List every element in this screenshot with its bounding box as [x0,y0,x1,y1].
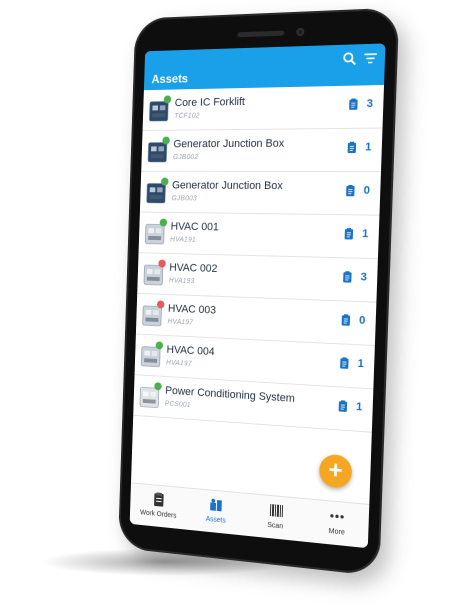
nav-item-work-orders[interactable]: Work Orders [130,483,188,529]
clipboard-icon [151,491,166,508]
nav-item-scan[interactable]: Scan [245,494,307,542]
asset-row[interactable]: Generator Junction Box GJB002 1 [141,129,382,173]
phone-body: Assets Core IC Forklift TCF102 [118,8,399,577]
nav-item-more[interactable]: More [305,499,369,548]
asset-row[interactable]: Generator Junction Box GJB003 0 [140,172,381,216]
assets-icon [208,496,224,513]
more-dots-icon [329,507,346,525]
status-dot [161,178,169,186]
work-order-count: 1 [362,228,369,240]
work-order-count: 0 [359,314,366,327]
status-dot [164,95,172,103]
work-order-count: 1 [365,141,372,153]
app-bar: Assets [144,43,386,90]
app-screen: Assets Core IC Forklift TCF102 [130,43,386,548]
asset-code: HVA191 [170,236,196,243]
status-dot [162,137,170,145]
work-order-icon [345,184,356,196]
asset-list: Core IC Forklift TCF102 3 Generator Junc… [133,85,384,433]
filter-icon[interactable] [362,50,379,67]
asset-name: HVAC 001 [170,221,218,234]
status-dot [158,260,166,268]
asset-name: Generator Junction Box [173,138,284,151]
asset-code: PCS001 [165,400,191,409]
work-order-icon [347,141,358,153]
status-dot [156,341,164,349]
status-dot [157,300,165,308]
work-order-icon [344,228,355,241]
page-title: Assets [151,72,188,87]
asset-name: HVAC 003 [168,303,216,317]
work-order-icon [342,271,353,284]
asset-code: TCF102 [174,113,200,120]
status-dot [160,219,168,227]
work-order-count: 1 [357,358,364,371]
asset-code: GJB002 [173,154,199,161]
asset-code: HVA197 [166,359,192,367]
work-order-icon [338,400,349,413]
work-order-count: 1 [356,401,363,414]
asset-code: HVA193 [169,277,195,285]
nav-label: More [306,526,369,539]
asset-code: HVA197 [167,318,193,326]
speaker-grille [237,31,284,38]
asset-row[interactable]: HVAC 001 HVA191 1 [139,212,380,259]
asset-name: HVAC 004 [166,344,214,358]
search-icon[interactable] [341,50,358,67]
work-order-count: 0 [363,184,370,196]
work-order-icon [348,98,359,111]
phone-mockup: Assets Core IC Forklift TCF102 [92,0,423,610]
asset-name: Generator Junction Box [172,180,283,193]
asset-name: Core IC Forklift [175,96,246,109]
front-camera [296,28,304,36]
work-order-icon [341,314,352,327]
nav-label: Assets [187,514,246,527]
work-order-count: 3 [360,271,367,284]
status-dot [154,382,162,390]
work-order-count: 3 [366,98,373,111]
nav-item-assets[interactable]: Assets [186,488,246,535]
asset-row[interactable]: Core IC Forklift TCF102 3 [143,85,384,131]
asset-name: HVAC 002 [169,262,217,275]
bottom-navigation: Work Orders Assets Scan More [130,482,370,548]
add-asset-button[interactable]: + [319,454,353,489]
nav-label: Scan [245,520,306,533]
asset-code: GJB003 [171,195,197,202]
barcode-icon [268,502,284,520]
nav-label: Work Orders [130,508,187,520]
work-order-icon [339,357,350,370]
